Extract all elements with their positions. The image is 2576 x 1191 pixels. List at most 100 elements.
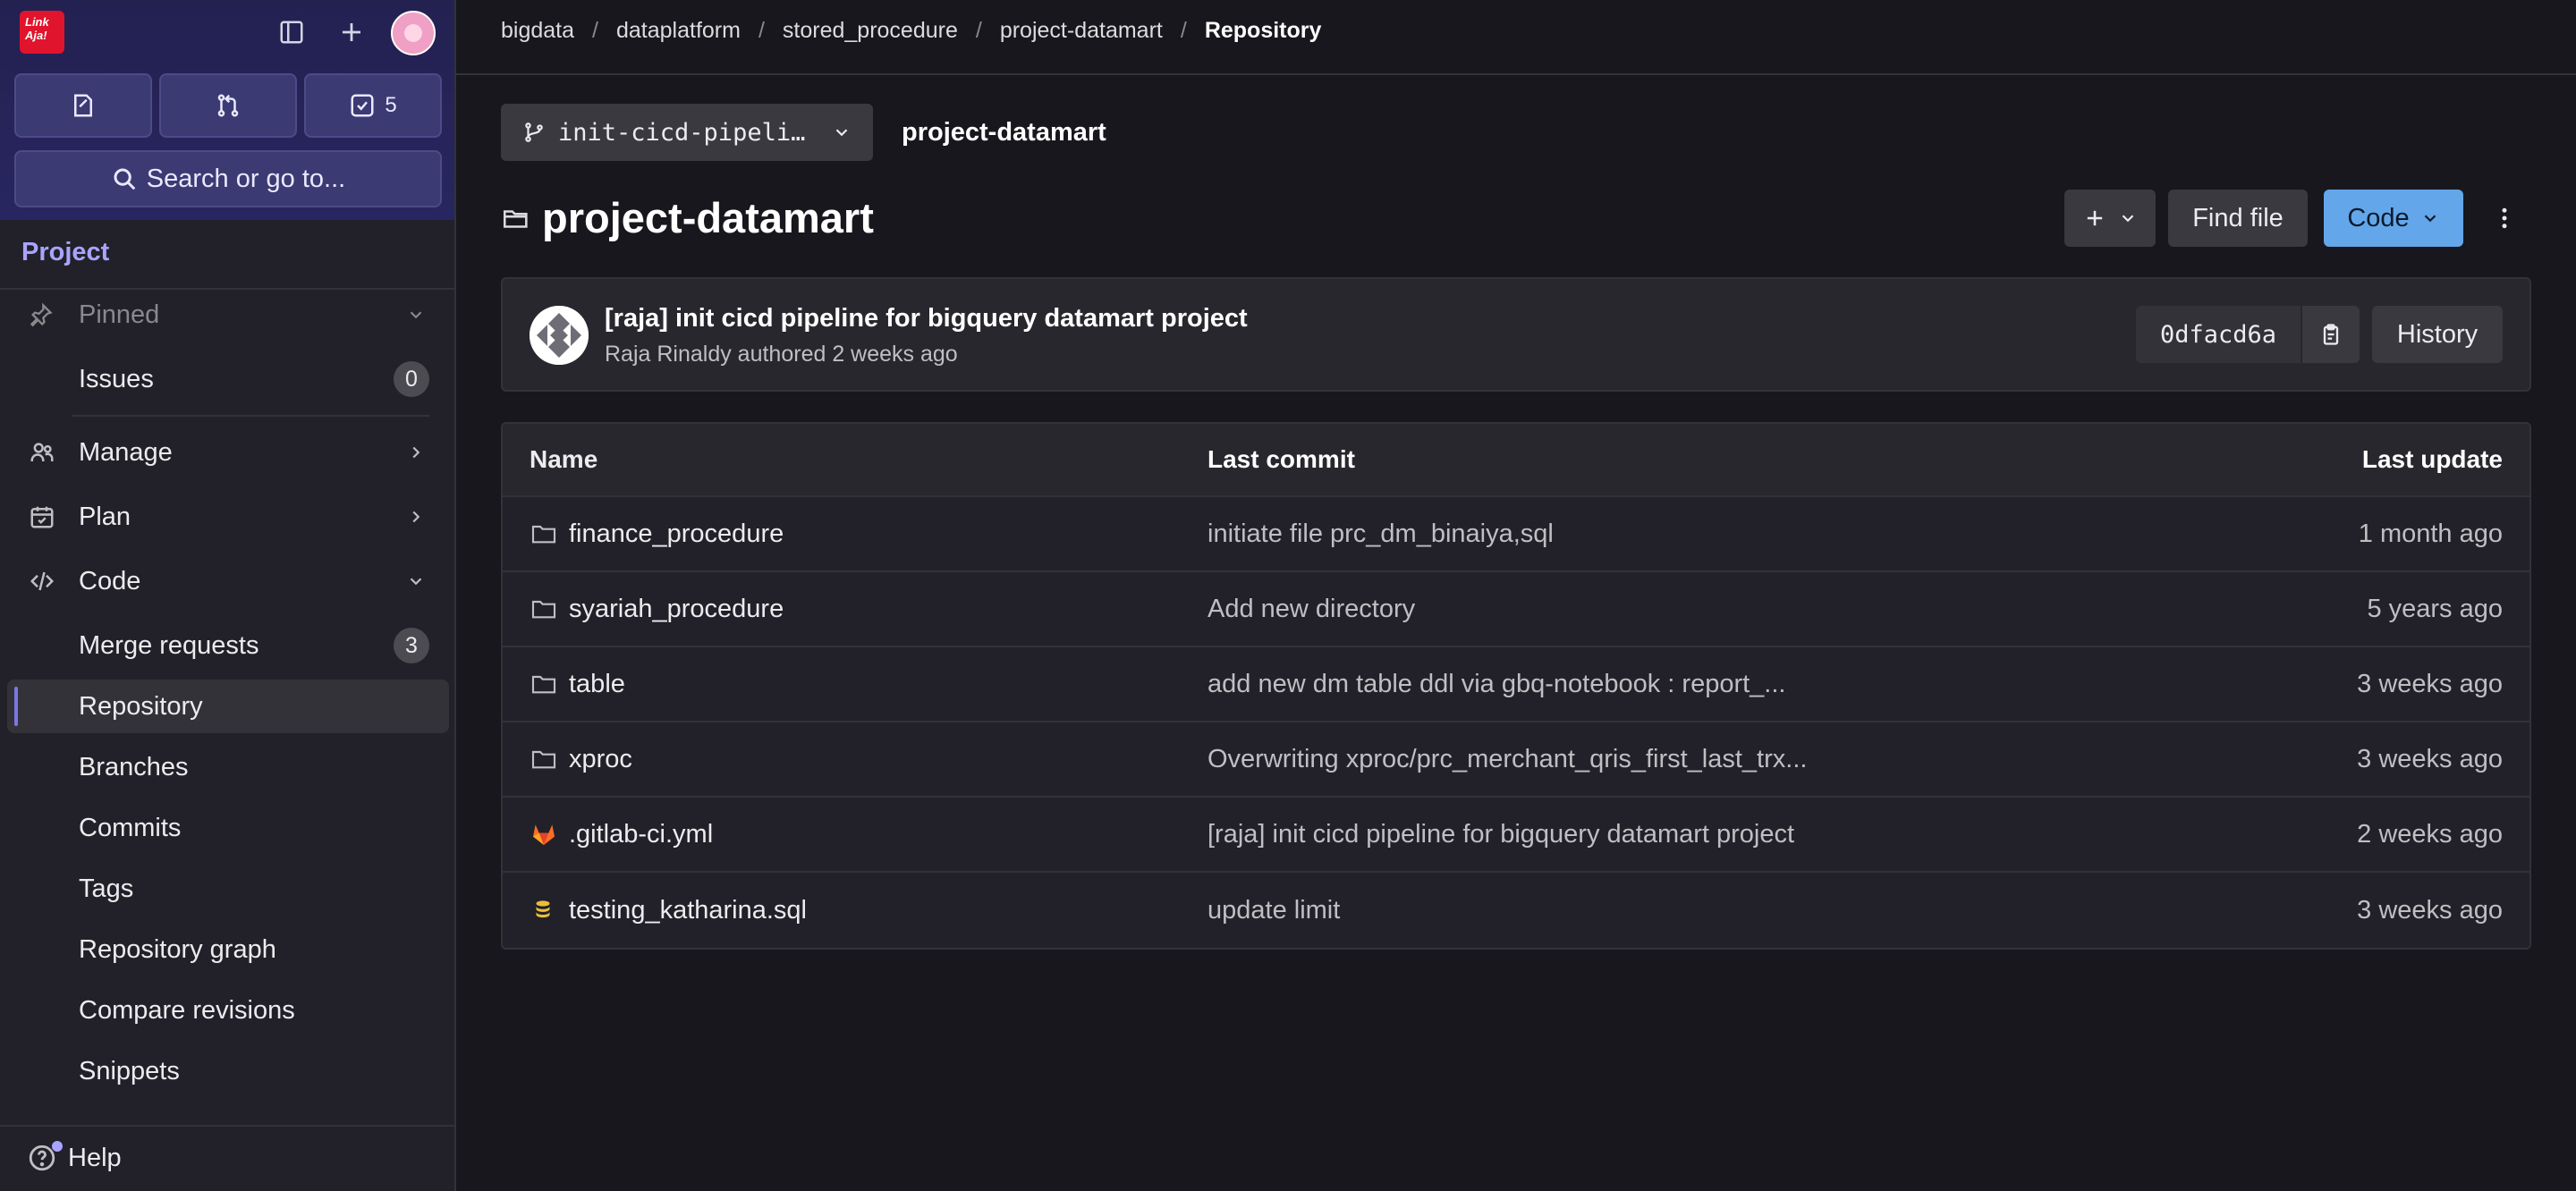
- last-commit-card: [raja] init cicd pipeline for bigquery d…: [501, 277, 2531, 392]
- file-name[interactable]: xproc: [569, 745, 632, 774]
- copy-sha-button[interactable]: [2301, 306, 2360, 363]
- search-button[interactable]: Search or go to...: [14, 150, 442, 207]
- table-row[interactable]: .gitlab-ci.yml [raja] init cicd pipeline…: [503, 798, 2529, 873]
- page-title: project-datamart: [542, 194, 874, 241]
- search-placeholder: Search or go to...: [146, 164, 346, 193]
- breadcrumb-item[interactable]: bigdata: [501, 18, 574, 44]
- sidebar-item-label: Repository: [79, 691, 203, 721]
- file-name[interactable]: .gitlab-ci.yml: [569, 820, 713, 849]
- sidebar-toggle-icon[interactable]: [272, 13, 311, 52]
- branch-selector[interactable]: init-cicd-pipeli…: [501, 104, 873, 161]
- sidebar-item-branches[interactable]: Branches: [7, 740, 449, 794]
- table-row[interactable]: testing_katharina.sql update limit 3 wee…: [503, 873, 2529, 948]
- breadcrumb-item[interactable]: project-datamart: [1000, 18, 1163, 44]
- repository-path[interactable]: project-datamart: [902, 118, 1106, 148]
- issues-count-badge: 0: [394, 361, 429, 397]
- sidebar-item-code[interactable]: Code: [7, 554, 449, 608]
- todo-button[interactable]: 5: [304, 73, 442, 138]
- last-commit-message[interactable]: Overwriting xproc/prc_merchant_qris_firs…: [1208, 745, 1807, 774]
- user-avatar[interactable]: [391, 11, 436, 55]
- branch-icon: [525, 122, 543, 142]
- commit-title[interactable]: [raja] init cicd pipeline for bigquery d…: [605, 304, 1248, 334]
- more-actions-icon[interactable]: [2483, 197, 2526, 240]
- sidebar-section-title: Project: [21, 238, 110, 266]
- sidebar-item-label: Commits: [79, 813, 182, 842]
- todo-icon: [351, 94, 374, 117]
- header-divider: [456, 73, 2576, 75]
- sidebar-item-label: Issues: [79, 364, 154, 393]
- last-update-time: 3 weeks ago: [2357, 895, 2503, 925]
- sidebar-item-manage[interactable]: Manage: [7, 426, 449, 479]
- breadcrumb-item[interactable]: stored_procedure: [783, 18, 958, 44]
- help-label: Help: [68, 1143, 122, 1172]
- column-header-name: Name: [530, 445, 598, 473]
- breadcrumb-current[interactable]: Repository: [1205, 18, 1322, 44]
- table-row[interactable]: table add new dm table ddl via gbq-noteb…: [503, 647, 2529, 722]
- todo-count: 5: [385, 93, 397, 117]
- sidebar-item-repository-graph[interactable]: Repository graph: [7, 923, 449, 976]
- file-name[interactable]: syariah_procedure: [569, 595, 784, 624]
- sidebar-item-commits[interactable]: Commits: [7, 801, 449, 855]
- file-name-cell[interactable]: .gitlab-ci.yml: [530, 820, 713, 849]
- sidebar-item-label: Merge requests: [79, 630, 259, 660]
- last-commit-message[interactable]: [raja] init cicd pipeline for bigquery d…: [1208, 820, 1794, 849]
- file-name-cell[interactable]: syariah_procedure: [530, 595, 784, 624]
- sidebar-item-compare-revisions[interactable]: Compare revisions: [7, 984, 449, 1037]
- help-icon: [27, 1141, 63, 1173]
- last-commit-message[interactable]: add new dm table ddl via gbq-notebook : …: [1208, 670, 1785, 699]
- file-name[interactable]: table: [569, 670, 625, 699]
- last-commit-message[interactable]: update limit: [1208, 896, 1340, 925]
- sidebar-item-label: Code: [79, 566, 141, 596]
- sidebar-pinned-label: Pinned: [79, 300, 160, 329]
- history-button[interactable]: History: [2372, 306, 2503, 363]
- file-name-cell[interactable]: table: [530, 670, 625, 699]
- plus-icon[interactable]: [332, 13, 371, 52]
- sidebar-item-tags[interactable]: Tags: [7, 862, 449, 916]
- sidebar-item-snippets[interactable]: Snippets: [7, 1044, 449, 1098]
- author-avatar[interactable]: [530, 306, 589, 365]
- divider: [0, 1125, 454, 1127]
- find-file-button[interactable]: Find file: [2168, 190, 2308, 247]
- breadcrumb-separator: /: [758, 18, 765, 43]
- find-file-label: Find file: [2192, 203, 2284, 232]
- merge-requests-button[interactable]: [159, 73, 297, 138]
- file-name[interactable]: testing_katharina.sql: [569, 896, 807, 925]
- issues-icon: [74, 94, 92, 117]
- help-button[interactable]: Help: [27, 1141, 122, 1173]
- last-commit-message[interactable]: initiate file prc_dm_binaiya,sql: [1208, 519, 1554, 549]
- assigned-issues-button[interactable]: [14, 73, 152, 138]
- sidebar-header: Link Aja! 5 Search or go to...: [0, 0, 454, 220]
- table-row[interactable]: xproc Overwriting xproc/prc_merchant_qri…: [503, 722, 2529, 798]
- chevron-down-icon: [2122, 215, 2134, 223]
- file-name[interactable]: finance_procedure: [569, 519, 784, 549]
- folder-icon: [530, 519, 564, 548]
- divider: [72, 415, 429, 417]
- table-row[interactable]: finance_procedure initiate file prc_dm_b…: [503, 497, 2529, 572]
- table-row[interactable]: syariah_procedure Add new directory 5 ye…: [503, 572, 2529, 647]
- sidebar-item-label: Compare revisions: [79, 995, 295, 1025]
- sidebar-item-plan[interactable]: Plan: [7, 490, 449, 544]
- calendar-icon: [29, 503, 64, 530]
- commit-sha[interactable]: 0dfacd6a: [2136, 306, 2301, 363]
- sidebar-item-label: Manage: [79, 437, 173, 467]
- commit-meta: Raja Rinaldy authored 2 weeks ago: [605, 342, 958, 367]
- chevron-down-icon: [2424, 215, 2436, 223]
- add-dropdown-button[interactable]: [2064, 190, 2156, 247]
- sidebar-item-label: Snippets: [79, 1056, 180, 1085]
- code-button-label: Code: [2347, 203, 2410, 232]
- file-name-cell[interactable]: finance_procedure: [530, 519, 784, 549]
- linkaja-logo[interactable]: Link Aja!: [20, 11, 64, 54]
- code-dropdown-button[interactable]: Code: [2324, 190, 2463, 247]
- sidebar-item-merge-requests[interactable]: Merge requests 3: [7, 619, 449, 672]
- breadcrumb-item[interactable]: dataplatform: [616, 18, 741, 44]
- folder-icon: [530, 745, 564, 773]
- sidebar-item-issues[interactable]: Issues 0: [7, 352, 449, 406]
- breadcrumb-separator: /: [1180, 18, 1187, 43]
- last-commit-message[interactable]: Add new directory: [1208, 595, 1415, 624]
- sidebar-pinned-toggle[interactable]: Pinned: [7, 288, 449, 342]
- file-name-cell[interactable]: testing_katharina.sql: [530, 896, 807, 925]
- file-name-cell[interactable]: xproc: [530, 745, 632, 774]
- pin-icon: [29, 302, 64, 327]
- sidebar: Link Aja! 5 Search or go to... Project Pi…: [0, 0, 456, 1191]
- sidebar-item-repository[interactable]: Repository: [7, 680, 449, 733]
